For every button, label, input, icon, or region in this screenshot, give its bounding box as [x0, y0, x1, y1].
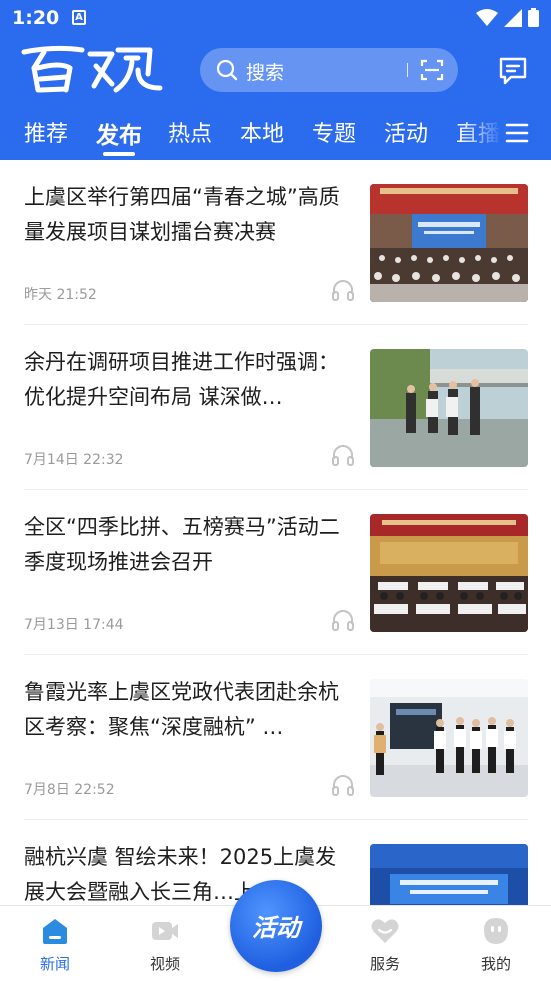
nav-label: 新闻: [39, 955, 70, 973]
news-feed[interactable]: 上虞区举行第四届“青春之城”高质量发展项目谋划擂台赛决赛 昨天 21:52 余丹…: [0, 160, 551, 905]
scan-icon[interactable]: [420, 59, 444, 81]
category-tabs: 推荐 发布 热点 本地 专题 活动 直播: [0, 112, 551, 156]
home-icon: [43, 919, 67, 944]
menu-icon[interactable]: [505, 122, 529, 144]
nav-label: 视频: [149, 955, 180, 973]
news-time: 昨天 21:52: [24, 287, 97, 303]
news-title: 余丹在调研项目推进工作时强调：优化提升空间布局 谋深做…: [24, 350, 339, 409]
tab-activity[interactable]: 活动: [384, 116, 428, 148]
notification-a-icon: A: [72, 10, 86, 25]
news-thumbnail: [370, 349, 528, 467]
news-item[interactable]: 上虞区举行第四届“青春之城”高质量发展项目谋划擂台赛决赛 昨天 21:52: [0, 160, 551, 325]
tab-publish[interactable]: 发布: [96, 116, 142, 150]
news-title: 鲁霞光率上虞区党政代表团赴余杭区考察：聚焦“深度融杭” …: [24, 680, 339, 739]
wifi-icon: [476, 8, 498, 26]
app-header: 1:20 A 搜索 推荐 发布 热点 本地 专题 活动: [0, 0, 551, 160]
tab-local[interactable]: 本地: [240, 116, 284, 148]
heart-icon: [371, 919, 399, 943]
tab-fade: [460, 112, 510, 156]
tab-topic[interactable]: 专题: [312, 116, 356, 148]
news-title: 全区“四季比拼、五榜赛马”活动二季度现场推进会召开: [24, 515, 340, 574]
baiguan-logo: [21, 45, 163, 93]
news-thumbnail: [370, 679, 528, 797]
headphones-icon[interactable]: [331, 278, 355, 302]
news-time: 7月8日 22:52: [24, 782, 115, 798]
news-time: 7月14日 22:32: [24, 452, 124, 468]
headphones-icon[interactable]: [331, 773, 355, 797]
activity-button-label: 活动: [252, 914, 300, 942]
headphones-icon[interactable]: [331, 608, 355, 632]
news-time: 7月13日 17:44: [24, 617, 124, 633]
news-title: 上虞区举行第四届“青春之城”高质量发展项目谋划擂台赛决赛: [24, 185, 340, 244]
news-thumbnail: [370, 184, 528, 302]
tab-hot[interactable]: 热点: [168, 116, 212, 148]
nav-label: 服务: [369, 955, 400, 973]
video-icon: [152, 922, 178, 940]
active-tab-indicator: [103, 152, 135, 156]
nav-news[interactable]: 新闻: [15, 906, 95, 981]
message-icon[interactable]: [497, 55, 529, 87]
nav-service[interactable]: 服务: [345, 906, 425, 981]
news-item[interactable]: 全区“四季比拼、五榜赛马”活动二季度现场推进会召开 7月13日 17:44: [0, 490, 551, 655]
nav-video[interactable]: 视频: [125, 906, 205, 981]
activity-center-button[interactable]: 活动: [230, 880, 322, 972]
search-divider: [407, 63, 408, 77]
news-item[interactable]: 鲁霞光率上虞区党政代表团赴余杭区考察：聚焦“深度融杭” … 7月8日 22:52: [0, 655, 551, 820]
tab-recommend[interactable]: 推荐: [24, 116, 68, 148]
nav-label: 我的: [480, 955, 511, 973]
news-thumbnail: [370, 514, 528, 632]
profile-icon: [484, 918, 508, 944]
signal-icon: [504, 8, 522, 27]
news-item[interactable]: 余丹在调研项目推进工作时强调：优化提升空间布局 谋深做… 7月14日 22:32: [0, 325, 551, 490]
status-time: 1:20: [12, 7, 60, 29]
status-icons: [476, 8, 539, 27]
nav-profile[interactable]: 我的: [456, 906, 536, 981]
search-icon: [216, 59, 238, 81]
battery-icon: [528, 8, 539, 27]
news-thumbnail: [370, 844, 528, 905]
status-bar: 1:20 A: [0, 0, 551, 36]
search-placeholder: 搜索: [246, 62, 285, 84]
headphones-icon[interactable]: [331, 443, 355, 467]
search-bar[interactable]: 搜索: [200, 48, 458, 92]
